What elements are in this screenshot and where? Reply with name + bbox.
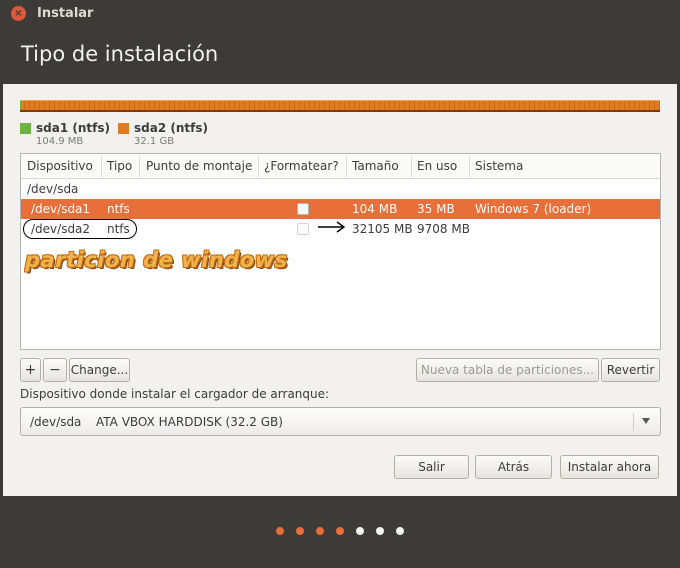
- annotation-ellipse: [23, 219, 137, 239]
- window-title: Instalar: [37, 6, 94, 21]
- progress-dot: [316, 527, 324, 535]
- cell-used: 9708 MB: [417, 222, 470, 236]
- partition-bar: [20, 100, 660, 112]
- partition-table[interactable]: Dispositivo Tipo Punto de montaje ¿Forma…: [20, 153, 661, 350]
- page-header: Tipo de instalación: [0, 27, 680, 84]
- table-row[interactable]: /dev/sda1 ntfs 104 MB 35 MB Windows 7 (l…: [21, 199, 660, 219]
- annotation-text: particion de windows: [25, 248, 288, 272]
- annotation-arrow-icon: [318, 221, 346, 233]
- chevron-down-icon: [642, 418, 650, 424]
- cell-size: 104 MB: [352, 202, 398, 216]
- progress-dot: [336, 527, 344, 535]
- legend-size: 104.9 MB: [36, 136, 84, 147]
- format-checkbox[interactable]: [297, 223, 309, 235]
- partition-bar-sda1: [20, 101, 22, 110]
- cell-device: /dev/sda1: [31, 202, 91, 216]
- cell-type: ntfs: [107, 202, 130, 216]
- cell-used: 35 MB: [417, 202, 455, 216]
- remove-partition-button[interactable]: −: [43, 358, 67, 382]
- progress-dot: [356, 527, 364, 535]
- bootloader-label: Dispositivo donde instalar el cargador d…: [20, 387, 330, 401]
- cell-size: 32105 MB: [352, 222, 413, 236]
- revert-button[interactable]: Revertir: [601, 358, 660, 382]
- column-header-device[interactable]: Dispositivo: [27, 159, 93, 173]
- column-header-mount[interactable]: Punto de montaje: [146, 159, 252, 173]
- table-row-device[interactable]: /dev/sda: [21, 179, 660, 199]
- legend-name: sda2 (ntfs): [134, 121, 208, 135]
- page-title: Tipo de instalación: [21, 42, 219, 66]
- legend-size: 32.1 GB: [134, 136, 175, 147]
- cell-system: Windows 7 (loader): [475, 202, 592, 216]
- back-button[interactable]: Atrás: [475, 455, 552, 479]
- format-checkbox[interactable]: [297, 203, 309, 215]
- bootloader-device-select[interactable]: /dev/sda ATA VBOX HARDDISK (32.2 GB): [20, 407, 661, 436]
- column-header-size[interactable]: Tamaño: [352, 159, 399, 173]
- progress-dot: [396, 527, 404, 535]
- change-partition-button[interactable]: Change...: [69, 358, 130, 382]
- selected-device-description: ATA VBOX HARDDISK (32.2 GB): [96, 415, 283, 429]
- column-header-used[interactable]: En uso: [417, 159, 457, 173]
- content-panel: sda1 (ntfs) 104.9 MB sda2 (ntfs) 32.1 GB…: [3, 84, 677, 496]
- legend-name: sda1 (ntfs): [36, 121, 110, 135]
- quit-button[interactable]: Salir: [394, 455, 469, 479]
- legend-swatch-sda2: [118, 123, 129, 134]
- progress-dot: [376, 527, 384, 535]
- column-header-type[interactable]: Tipo: [107, 159, 132, 173]
- add-partition-button[interactable]: +: [20, 358, 41, 382]
- close-icon[interactable]: ×: [11, 6, 26, 21]
- title-bar: × Instalar: [0, 0, 680, 27]
- legend-swatch-sda1: [20, 123, 31, 134]
- column-header-format[interactable]: ¿Formatear?: [264, 159, 339, 173]
- progress-dot: [296, 527, 304, 535]
- device-name: /dev/sda: [27, 182, 79, 196]
- new-partition-table-button[interactable]: Nueva tabla de particiones...: [416, 358, 599, 382]
- install-now-button[interactable]: Instalar ahora: [560, 455, 659, 479]
- selected-device: /dev/sda: [30, 415, 82, 429]
- progress-footer: [0, 496, 680, 568]
- table-header: Dispositivo Tipo Punto de montaje ¿Forma…: [21, 154, 660, 179]
- column-header-system[interactable]: Sistema: [475, 159, 523, 173]
- progress-dot: [276, 527, 284, 535]
